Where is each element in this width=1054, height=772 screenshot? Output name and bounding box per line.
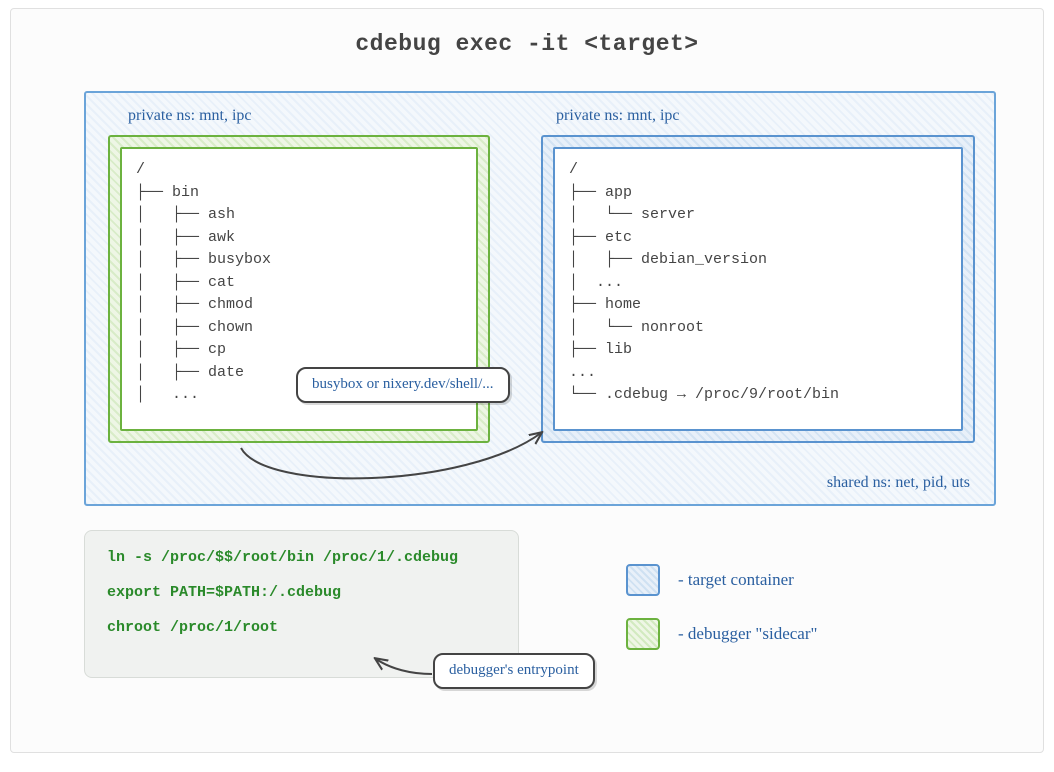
legend: - target container - debugger "sidecar" <box>626 564 817 672</box>
legend-target-label: - target container <box>678 570 794 590</box>
shared-ns-label: shared ns: net, pid, uts <box>827 474 970 492</box>
swatch-target-icon <box>626 564 660 596</box>
target-ns-label: private ns: mnt, ipc <box>556 107 680 125</box>
code-line-chroot: chroot /proc/1/root <box>107 619 496 636</box>
debugger-ns-label: private ns: mnt, ipc <box>128 107 252 125</box>
code-line-ln: ln -s /proc/$$/root/bin /proc/1/.cdebug <box>107 549 496 566</box>
entrypoint-callout: debugger's entrypoint <box>433 653 595 689</box>
busybox-callout: busybox or nixery.dev/shell/... <box>296 367 510 403</box>
target-container-box: / ├── app │ └── server ├── etc │ ├── deb… <box>541 135 975 443</box>
legend-row-sidecar: - debugger "sidecar" <box>626 618 817 650</box>
diagram-canvas: cdebug exec -it <target> private ns: mnt… <box>10 8 1044 753</box>
swatch-sidecar-icon <box>626 618 660 650</box>
legend-sidecar-label: - debugger "sidecar" <box>678 624 817 644</box>
legend-row-target: - target container <box>626 564 817 596</box>
code-line-export: export PATH=$PATH:/.cdebug <box>107 584 496 601</box>
shared-namespace-box: private ns: mnt, ipc private ns: mnt, ip… <box>84 91 996 506</box>
diagram-title: cdebug exec -it <target> <box>11 31 1043 57</box>
target-filetree: / ├── app │ └── server ├── etc │ ├── deb… <box>553 147 963 431</box>
